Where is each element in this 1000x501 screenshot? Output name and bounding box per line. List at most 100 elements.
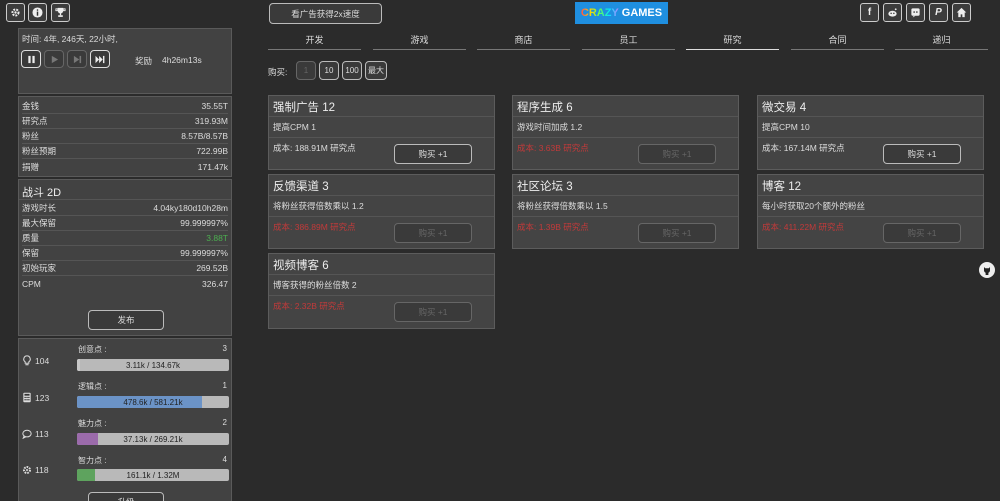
- skill-level: 2: [222, 418, 227, 427]
- tab-research[interactable]: 研究: [686, 29, 779, 50]
- crazygames-logo[interactable]: CRAZY GAMES: [575, 2, 668, 24]
- trophy-icon: [55, 7, 66, 17]
- info-button[interactable]: [28, 3, 47, 22]
- creativity-progress-bar: 3.11k / 134.67k: [77, 359, 229, 371]
- game-row-cpm: CPM 326.47: [22, 276, 228, 291]
- stat-row-research: 研究点 319.93M: [22, 114, 228, 129]
- card-description: 提高CPM 1: [273, 122, 316, 132]
- tab-develop[interactable]: 开发: [268, 29, 361, 50]
- stat-row-fans-expected: 粉丝预期 722.99B: [22, 144, 228, 159]
- research-card-forced-ads: 强制广告 12 提高CPM 1 成本: 188.91M 研究点 购买 +1: [268, 95, 495, 170]
- game-label: 质量: [22, 233, 40, 243]
- research-card-blog: 博客 12 每小时获取20个额外的粉丝 成本: 411.22M 研究点 购买 +…: [757, 174, 984, 249]
- card-title: 博客 12: [762, 181, 801, 193]
- card-title: 社区论坛 3: [517, 181, 573, 193]
- buy-button[interactable]: 购买 +1: [394, 302, 472, 322]
- charm-progress-bar: 37.13k / 269.21k: [77, 433, 229, 445]
- card-description: 将粉丝获得倍数乘以 1.2: [273, 201, 364, 211]
- discord-icon: [911, 8, 920, 18]
- settings-button[interactable]: [6, 3, 25, 22]
- home-button[interactable]: [952, 3, 971, 22]
- skill-label: 魅力点 :: [78, 419, 107, 428]
- tab-shop[interactable]: 商店: [477, 29, 570, 50]
- achievements-button[interactable]: [51, 3, 70, 22]
- buy-button[interactable]: 购买 +1: [638, 223, 716, 243]
- play-button[interactable]: [44, 50, 64, 68]
- game-label: 初始玩家: [22, 263, 57, 273]
- buy-button[interactable]: 购买 +1: [883, 223, 961, 243]
- paypal-button[interactable]: P: [929, 3, 948, 22]
- paypal-icon: P: [935, 7, 942, 18]
- stat-label: 捐赠: [22, 161, 40, 172]
- facebook-button[interactable]: f: [860, 3, 879, 22]
- game-time: 时间: 4年, 246天, 22小时,: [22, 34, 118, 44]
- tab-contracts[interactable]: 合同: [791, 29, 884, 50]
- info-icon: [32, 7, 43, 18]
- buy-button[interactable]: 购买 +1: [394, 144, 472, 164]
- game-row-playtime: 游戏时长 4.04ky180d10h28m: [22, 201, 228, 216]
- card-cost: 成本: 188.91M 研究点: [273, 143, 356, 153]
- card-description: 提高CPM 10: [762, 122, 810, 132]
- game-value: 99.999997%: [180, 248, 228, 258]
- fastest-forward-icon: [95, 55, 105, 63]
- research-card-vlog: 视频博客 6 博客获得的粉丝倍数 2 成本: 2.32B 研究点 购买 +1: [268, 253, 495, 329]
- bar-text: 37.13k / 269.21k: [123, 434, 183, 444]
- calculator-icon: [23, 392, 31, 403]
- reddit-button[interactable]: [883, 3, 902, 22]
- logic-count: 123: [22, 392, 49, 403]
- skill-label: 智力点 :: [78, 456, 107, 465]
- stat-label: 金钱: [22, 101, 40, 111]
- fastest-button[interactable]: [90, 50, 110, 68]
- ad-speed-button[interactable]: 看广告获得2x速度: [269, 3, 382, 24]
- card-description: 游戏时间加成 1.2: [517, 122, 583, 132]
- stat-value: 35.55T: [201, 101, 228, 111]
- buy-button[interactable]: 购买 +1: [638, 144, 716, 164]
- card-cost: 成本: 1.39B 研究点: [517, 222, 589, 232]
- discord-button[interactable]: [906, 3, 925, 22]
- buy-button[interactable]: 购买 +1: [883, 144, 961, 164]
- card-title: 程序生成 6: [517, 102, 573, 114]
- buy-button[interactable]: 购买 +1: [394, 223, 472, 243]
- buy-100-button[interactable]: 100: [342, 61, 362, 80]
- tab-games[interactable]: 游戏: [373, 29, 466, 50]
- tab-staff[interactable]: 员工: [582, 29, 675, 50]
- logo-games: GAMES: [621, 7, 663, 19]
- game-label: CPM: [22, 278, 41, 289]
- publish-button[interactable]: 发布: [88, 310, 164, 330]
- play-icon: [51, 55, 58, 63]
- buy-max-button[interactable]: 最大: [365, 61, 387, 80]
- card-title: 微交易 4: [762, 102, 807, 114]
- stat-row-fans: 粉丝 8.57B/8.57B: [22, 129, 228, 144]
- upgrade-button[interactable]: 升级: [88, 492, 164, 501]
- research-card-microtransactions: 微交易 4 提高CPM 10 成本: 167.14M 研究点 购买 +1: [757, 95, 984, 170]
- stat-label: 研究点: [22, 116, 48, 126]
- research-card-procedural-generation: 程序生成 6 游戏时间加成 1.2 成本: 3.63B 研究点 购买 +1: [512, 95, 739, 170]
- stat-value: 8.57B/8.57B: [181, 131, 228, 141]
- buy-1-button[interactable]: 1: [296, 61, 316, 80]
- tab-recursion[interactable]: 递归: [895, 29, 988, 50]
- game-row-retention: 保留 99.999997%: [22, 246, 228, 261]
- stat-label: 粉丝预期: [22, 146, 57, 156]
- github-button[interactable]: [979, 262, 995, 278]
- stat-value: 171.47k: [197, 161, 228, 172]
- card-cost: 成本: 2.32B 研究点: [273, 301, 345, 311]
- card-title: 反馈渠道 3: [273, 181, 329, 193]
- bar-text: 161.1k / 1.32M: [126, 470, 180, 480]
- fast-forward-button[interactable]: [67, 50, 87, 68]
- buy-amount-label: 购买:: [268, 67, 288, 77]
- reward-value: 4h26m13s: [162, 55, 202, 65]
- logo-crazy: CRAZY: [580, 7, 619, 19]
- game-value: 99.999997%: [180, 218, 228, 228]
- stat-value: 319.93M: [194, 116, 228, 126]
- bar-text: 3.11k / 134.67k: [125, 360, 181, 370]
- game-row-quality: 质量 3.88T: [22, 231, 228, 246]
- pause-button[interactable]: [21, 50, 41, 68]
- game-row-initial-players: 初始玩家 269.52B: [22, 261, 228, 276]
- skill-count: 123: [35, 392, 50, 403]
- buy-10-button[interactable]: 10: [319, 61, 339, 80]
- gear-icon: [11, 8, 20, 17]
- time-panel: 时间: 4年, 246天, 22小时, 奖励 4h26m13s: [18, 28, 232, 94]
- skill-level: 3: [222, 344, 227, 353]
- card-cost: 成本: 167.14M 研究点: [762, 143, 845, 153]
- pause-icon: [27, 55, 35, 63]
